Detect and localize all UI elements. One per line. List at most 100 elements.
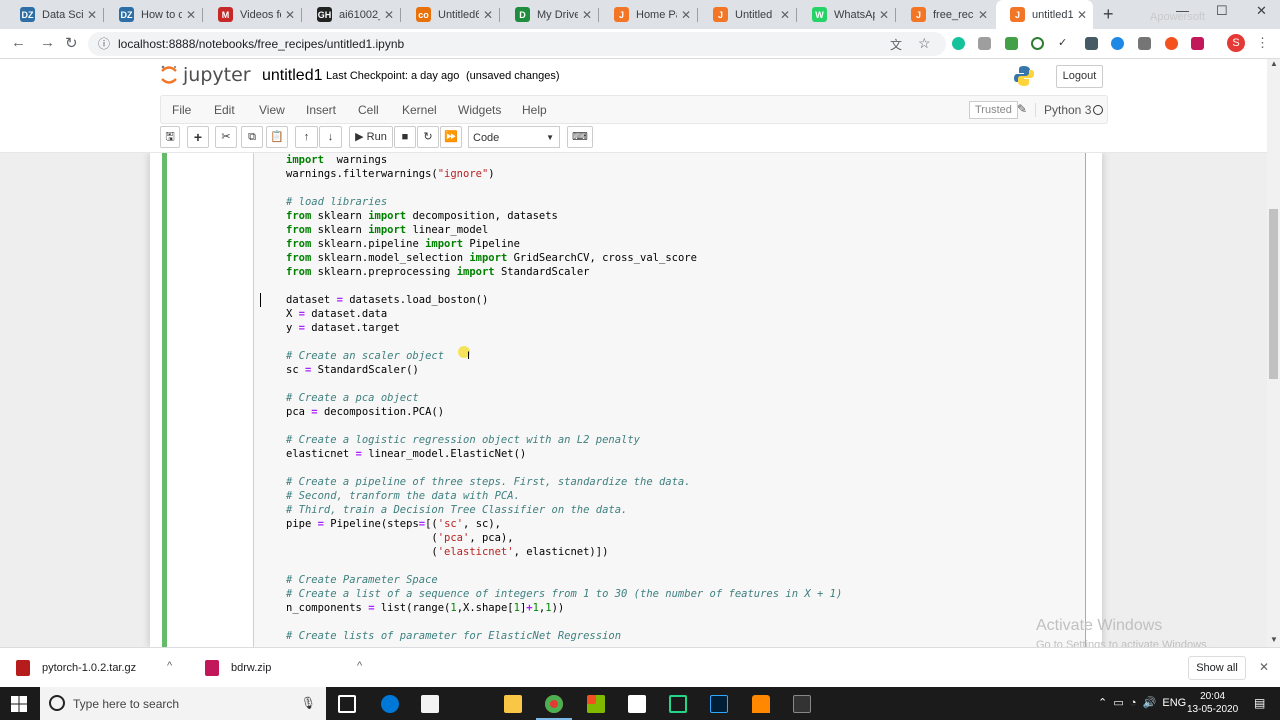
menu-widgets[interactable]: Widgets <box>458 103 501 117</box>
terminal-icon[interactable] <box>793 695 811 713</box>
info-icon[interactable]: ⓘ <box>98 35 110 52</box>
notebook-name[interactable]: untitled1 <box>262 67 323 85</box>
tab-close-icon[interactable]: ✕ <box>483 8 493 22</box>
tab-close-icon[interactable]: ✕ <box>780 8 790 22</box>
page-scrollbar[interactable]: ▲ ▼ <box>1267 59 1280 647</box>
extension-icon[interactable] <box>1005 37 1018 50</box>
menu-kebab-icon[interactable]: ⋮ <box>1256 35 1269 51</box>
code-line: ('elasticnet', elasticnet)]) <box>286 546 609 558</box>
copy-icon[interactable]: ⧉ <box>241 126 263 148</box>
download-item[interactable]: pytorch-1.0.2.tar.gz <box>16 648 136 688</box>
browser-tab[interactable]: DZ How to cr ✕ <box>105 0 202 29</box>
download-item[interactable]: bdrw.zip <box>205 648 271 688</box>
translate-icon[interactable]: 文 <box>890 36 902 53</box>
paste-icon[interactable]: 📋 <box>266 126 288 148</box>
chrome-icon[interactable] <box>536 695 572 720</box>
restart-run-all-icon[interactable]: ⏩ <box>440 126 462 148</box>
bookmark-star-icon[interactable]: ☆ <box>918 35 931 52</box>
browser-tab[interactable]: Jfree_recip ✕ <box>897 0 994 29</box>
browser-tab[interactable]: Juntitled1 ✕ <box>996 0 1093 29</box>
instagram-extension-icon[interactable] <box>1191 37 1204 50</box>
extension-icon[interactable] <box>1111 37 1124 50</box>
minimize-button[interactable]: — <box>1176 3 1189 18</box>
logout-button[interactable]: Logout <box>1056 65 1103 88</box>
browser-tab[interactable]: co Untitled6. ✕ <box>402 0 499 29</box>
cell-type-select[interactable]: Code ▼ <box>468 126 560 148</box>
file-explorer-icon[interactable] <box>504 695 522 713</box>
menu-cell[interactable]: Cell <box>358 103 379 117</box>
show-all-downloads-button[interactable]: Show all <box>1188 656 1246 680</box>
notification-icon[interactable]: ▤ <box>1254 696 1265 710</box>
cut-icon[interactable]: ✂ <box>215 126 237 148</box>
scroll-thumb[interactable] <box>1269 209 1278 379</box>
microphone-icon[interactable]: 🎙 <box>301 696 316 710</box>
tab-close-icon[interactable]: ✕ <box>879 8 889 22</box>
interrupt-icon[interactable]: ■ <box>394 126 416 148</box>
tab-close-icon[interactable]: ✕ <box>186 8 196 22</box>
browser-tab[interactable]: W WhatsApp ✕ <box>798 0 895 29</box>
vlc-icon[interactable] <box>752 695 770 713</box>
move-up-icon[interactable]: ↑ <box>295 126 318 148</box>
restart-icon[interactable]: ↻ <box>417 126 439 148</box>
browser-tab[interactable]: J Home Pag ✕ <box>600 0 697 29</box>
chevron-up-icon[interactable]: ^ <box>167 660 172 672</box>
grammarly-extension-icon[interactable] <box>952 37 965 50</box>
tab-close-icon[interactable]: ✕ <box>285 8 295 22</box>
system-tray-icons[interactable]: ⌃ ▭ ◔ 🔊 ENG <box>1098 696 1186 709</box>
menu-help[interactable]: Help <box>522 103 547 117</box>
tab-close-icon[interactable]: ✕ <box>384 8 394 22</box>
extension-icon[interactable] <box>1085 37 1098 50</box>
menu-kernel[interactable]: Kernel <box>402 103 437 117</box>
windows-start-icon[interactable] <box>11 696 27 712</box>
scroll-down-icon[interactable]: ▼ <box>1270 635 1278 644</box>
pycharm-icon[interactable] <box>669 695 687 713</box>
reload-icon[interactable]: ↻ <box>65 34 78 52</box>
close-downloads-icon[interactable]: ✕ <box>1259 660 1269 674</box>
move-down-icon[interactable]: ↓ <box>319 126 342 148</box>
kernel-name[interactable]: Python 3 <box>1035 103 1091 117</box>
office-icon[interactable] <box>587 695 605 713</box>
insert-cell-icon[interactable]: + <box>187 126 209 148</box>
browser-tab[interactable]: DZ Data Scien ✕ <box>6 0 103 29</box>
maximize-button[interactable]: ☐ <box>1216 3 1228 19</box>
clock[interactable]: 20:04 13-05-2020 <box>1187 690 1238 716</box>
task-view-icon[interactable] <box>338 695 356 713</box>
extension-icon[interactable] <box>1031 37 1044 50</box>
tab-close-icon[interactable]: ✕ <box>1077 8 1087 22</box>
tab-close-icon[interactable]: ✕ <box>681 8 691 22</box>
taskbar-search-box[interactable]: Type here to search 🎙 <box>40 687 326 720</box>
back-icon[interactable]: ← <box>11 34 26 51</box>
browser-tab[interactable]: J Untitled - ✕ <box>699 0 796 29</box>
mail-icon[interactable] <box>628 695 646 713</box>
profile-avatar[interactable]: S <box>1227 34 1245 52</box>
address-bar[interactable]: ⓘ localhost:8888/notebooks/free_recipes/… <box>88 32 946 56</box>
tab-close-icon[interactable]: ✕ <box>87 8 97 22</box>
scroll-up-icon[interactable]: ▲ <box>1270 59 1278 68</box>
edge-icon[interactable] <box>381 695 399 713</box>
save-icon[interactable]: 🖫 <box>160 126 180 148</box>
new-tab-button[interactable]: + <box>1103 4 1114 25</box>
menu-edit[interactable]: Edit <box>214 103 235 117</box>
url-text[interactable]: localhost:8888/notebooks/free_recipes/un… <box>118 37 404 51</box>
command-palette-keyboard-icon[interactable]: ⌨ <box>567 126 593 148</box>
browser-tab[interactable]: GH ai61002_S ✕ <box>303 0 400 29</box>
extension-icon[interactable] <box>1138 37 1151 50</box>
trusted-indicator[interactable]: Trusted <box>969 101 1018 119</box>
tab-close-icon[interactable]: ✕ <box>582 8 592 22</box>
close-window-button[interactable]: ✕ <box>1256 3 1267 19</box>
store-icon[interactable] <box>421 695 439 713</box>
menu-view[interactable]: View <box>259 103 285 117</box>
browser-tab[interactable]: D My Drive ✕ <box>501 0 598 29</box>
forward-icon[interactable]: → <box>40 34 55 51</box>
jupyter-logo[interactable]: jupyter <box>160 64 251 86</box>
photoshop-icon[interactable] <box>710 695 728 713</box>
tab-close-icon[interactable]: ✕ <box>978 8 988 22</box>
menu-file[interactable]: File <box>172 103 191 117</box>
chevron-up-icon[interactable]: ^ <box>357 660 362 672</box>
extension-icon[interactable] <box>978 37 991 50</box>
extension-icon[interactable] <box>1165 37 1178 50</box>
check-extension-icon[interactable]: ✓ <box>1058 37 1071 50</box>
run-button[interactable]: ▶ Run <box>349 126 393 148</box>
menu-insert[interactable]: Insert <box>306 103 336 117</box>
browser-tab[interactable]: M Videos for ✕ <box>204 0 301 29</box>
